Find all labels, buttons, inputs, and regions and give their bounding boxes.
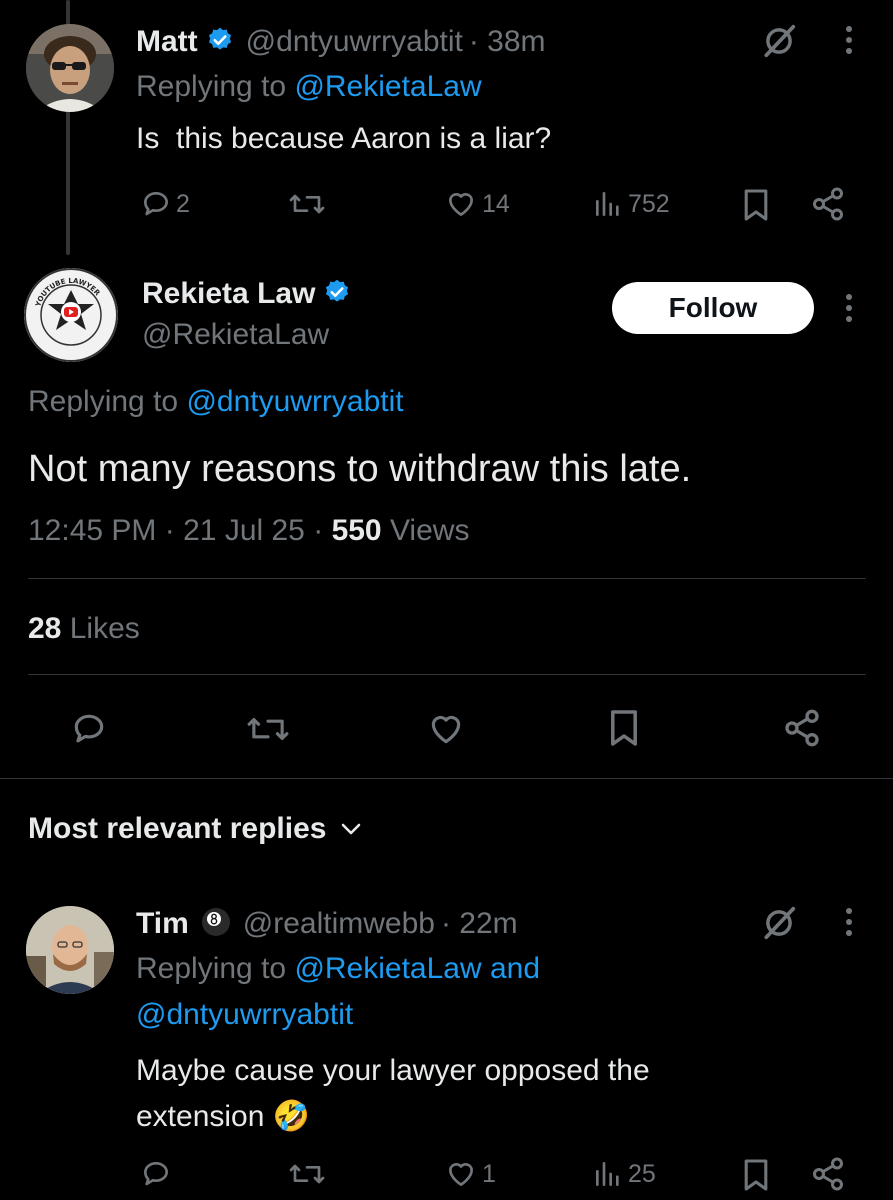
bookmark-icon — [744, 189, 768, 221]
views-label: Views — [389, 514, 470, 547]
tweet-meta: 12:45 PM · 21 Jul 25 · 550 Views — [28, 514, 469, 548]
views-icon — [596, 192, 619, 216]
like-count: 14 — [482, 189, 510, 218]
verified-badge-icon — [206, 26, 234, 59]
like-button[interactable]: 1 — [444, 1158, 496, 1190]
tweet-time[interactable]: 12:45 PM — [28, 514, 156, 547]
eight-ball-icon — [201, 907, 231, 942]
likes-summary[interactable]: 28 Likes — [28, 612, 140, 646]
bookmark-button[interactable] — [608, 708, 640, 748]
verified-badge-icon — [323, 278, 351, 311]
replying-to-link[interactable]: @RekietaLaw — [294, 70, 481, 103]
grok-icon[interactable] — [760, 904, 798, 947]
reply-icon — [74, 714, 104, 743]
retweet-button[interactable] — [288, 188, 326, 220]
views-icon — [596, 1162, 619, 1186]
share-button[interactable] — [810, 186, 846, 222]
divider — [28, 674, 866, 675]
views-button[interactable]: 25 — [592, 1158, 656, 1190]
reply-icon — [144, 192, 168, 216]
views-count: 752 — [628, 189, 670, 218]
heart-icon — [449, 1162, 473, 1186]
heart-icon — [449, 192, 473, 216]
bookmark-icon — [744, 1159, 768, 1191]
reply-icon — [144, 1162, 168, 1186]
author-name[interactable]: Matt — [136, 25, 198, 59]
author-name[interactable]: Rekieta Law — [142, 277, 315, 311]
replying-prefix: Replying to — [136, 70, 287, 103]
divider — [28, 578, 866, 579]
tweet-date[interactable]: 21 Jul 25 — [183, 514, 305, 547]
tweet-header: Tim @realtimwebb · 22m — [136, 904, 518, 944]
bookmark-icon — [611, 710, 637, 746]
author-handle[interactable]: @realtimwebb — [243, 907, 435, 941]
tweet-header: Rekieta Law — [142, 274, 351, 314]
follow-button[interactable]: Follow — [612, 282, 814, 334]
views-count: 550 — [331, 514, 382, 547]
tweet-time: · 22m — [440, 907, 518, 940]
retweet-button[interactable] — [288, 1158, 326, 1190]
tweet-text-line2: extension — [136, 1100, 265, 1133]
divider — [0, 778, 893, 779]
tweet-text: Is this because Aaron is a liar? — [136, 122, 552, 155]
retweet-icon — [289, 1164, 325, 1184]
author-handle[interactable]: @dntyuwrryabtit — [246, 25, 463, 59]
replying-to-link[interactable]: @dntyuwrryabtit — [186, 385, 403, 418]
author-handle[interactable]: @RekietaLaw — [142, 318, 329, 352]
replying-prefix: Replying to — [28, 385, 179, 418]
views-button[interactable]: 752 — [592, 188, 670, 220]
rofl-emoji-icon: 🤣 — [272, 1100, 311, 1133]
likes-count: 28 — [28, 612, 62, 645]
replying-to: Replying to @RekietaLaw — [136, 70, 482, 104]
tweet-text: Maybe cause your lawyer opposed the exte… — [136, 1048, 650, 1140]
reply-count: 2 — [176, 189, 190, 218]
reply-button[interactable]: 2 — [140, 188, 190, 220]
replying-to-link[interactable]: @dntyuwrryabtit — [136, 998, 353, 1032]
reply-button[interactable] — [140, 1158, 172, 1190]
like-count: 1 — [482, 1159, 496, 1188]
grok-icon[interactable] — [760, 22, 798, 65]
chevron-down-icon — [340, 821, 362, 837]
more-options-icon[interactable] — [834, 20, 864, 60]
retweet-icon — [289, 194, 325, 214]
views-count: 25 — [628, 1159, 656, 1188]
tweet-text: Not many reasons to withdraw this late. — [28, 448, 692, 490]
replies-sort-label: Most relevant replies — [28, 812, 327, 845]
tweet-time: · 38m — [468, 25, 546, 58]
bookmark-button[interactable] — [742, 188, 770, 222]
meta-separator: · — [313, 514, 324, 547]
avatar[interactable]: YOUTUBE LAWYER — [24, 268, 118, 362]
avatar[interactable] — [26, 906, 114, 994]
share-button[interactable] — [810, 1156, 846, 1192]
heart-icon — [431, 715, 461, 744]
avatar[interactable] — [26, 24, 114, 112]
replying-prefix: Replying to — [136, 952, 287, 985]
replies-sort-dropdown[interactable]: Most relevant replies — [28, 812, 362, 846]
share-button[interactable] — [782, 708, 822, 748]
replying-to-link[interactable]: @RekietaLaw — [294, 952, 481, 985]
more-options-icon[interactable] — [834, 288, 864, 328]
reply-button[interactable] — [70, 710, 108, 748]
replying-to: Replying to @RekietaLaw and — [136, 952, 540, 986]
share-icon — [813, 187, 843, 221]
like-button[interactable]: 14 — [444, 188, 510, 220]
share-icon — [813, 1157, 843, 1191]
retweet-button[interactable] — [246, 710, 290, 748]
replying-and: and — [490, 952, 541, 985]
replying-to: Replying to @dntyuwrryabtit — [28, 385, 404, 419]
share-icon — [785, 709, 819, 747]
tweet-text-line: Maybe cause your lawyer opposed the — [136, 1054, 650, 1087]
tweet-header: Matt @dntyuwrryabtit · 38m — [136, 22, 546, 62]
likes-label: Likes — [69, 612, 140, 645]
like-button[interactable] — [426, 710, 466, 748]
bookmark-button[interactable] — [742, 1158, 770, 1192]
more-options-icon[interactable] — [834, 902, 864, 942]
retweet-icon — [247, 718, 289, 740]
author-name[interactable]: Tim — [136, 907, 189, 941]
tweet-text-line: extension 🤣 — [136, 1094, 650, 1140]
meta-separator: · — [164, 514, 175, 547]
